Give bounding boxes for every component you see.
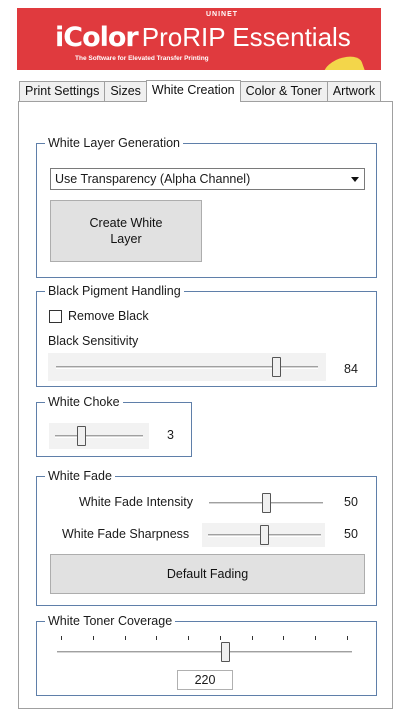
white-fade-group: White Fade White Fade Intensity 50 White… — [36, 468, 377, 606]
slider-tick — [347, 636, 348, 640]
slider-tick — [188, 636, 190, 640]
white-fade-intensity-slider[interactable] — [207, 491, 325, 515]
white-fade-sharpness-label: White Fade Sharpness — [62, 527, 190, 541]
remove-black-checkbox[interactable] — [49, 310, 62, 323]
group-legend: White Fade — [45, 468, 115, 484]
white-layer-generation-group: White Layer Generation Use Transparency … — [36, 135, 377, 278]
slider-tick — [283, 636, 285, 640]
tagline: The Software for Elevated Transfer Print… — [75, 55, 209, 62]
remove-black-label: Remove Black — [68, 309, 149, 323]
slider-thumb[interactable] — [271, 357, 281, 377]
slider-thumb[interactable] — [76, 426, 86, 446]
slider-tick — [92, 636, 94, 640]
product-name: ProRIP Essentials — [141, 22, 351, 52]
create-white-layer-button[interactable]: Create White Layer — [50, 200, 202, 262]
tab-print-settings[interactable]: Print Settings — [19, 81, 106, 101]
brand-banner: UNINET iColor ProRIP Essentials The Softw… — [17, 8, 381, 70]
chevron-down-icon — [351, 177, 359, 182]
slider-thumb[interactable] — [260, 525, 269, 545]
black-sensitivity-label: Black Sensitivity — [48, 334, 139, 348]
brand-name: iColor — [55, 22, 139, 53]
slider-thumb[interactable] — [220, 642, 230, 662]
app-logo: iColor ProRIP Essentials — [55, 22, 351, 53]
white-layer-mode-select[interactable]: Use Transparency (Alpha Channel) — [50, 168, 365, 190]
slider-tick — [315, 636, 317, 640]
white-toner-coverage-slider[interactable] — [57, 640, 352, 664]
logo-swoosh — [320, 51, 366, 70]
tab-color-toner[interactable]: Color & Toner — [239, 81, 328, 101]
group-legend: Black Pigment Handling — [45, 283, 184, 299]
selected-mode: Use Transparency (Alpha Channel) — [55, 172, 251, 186]
tab-artwork[interactable]: Artwork — [326, 81, 382, 101]
white-choke-group: White Choke 3 — [36, 394, 192, 457]
group-legend: White Layer Generation — [45, 135, 184, 151]
tab-white-creation[interactable]: White Creation — [145, 80, 241, 102]
black-sensitivity-value: 84 — [344, 362, 358, 376]
tab-sizes[interactable]: Sizes — [104, 81, 147, 101]
black-pigment-handling-group: Black Pigment Handling Remove Black Blac… — [36, 283, 377, 387]
white-creation-panel: White Layer Generation Use Transparency … — [18, 101, 393, 709]
default-fading-button[interactable]: Default Fading — [50, 554, 365, 594]
white-toner-coverage-group: White Toner Coverage 220 — [36, 613, 377, 696]
white-fade-intensity-value: 50 — [344, 495, 358, 509]
white-fade-sharpness-value: 50 — [344, 527, 358, 541]
slider-track — [55, 435, 143, 438]
white-choke-slider[interactable] — [49, 423, 149, 449]
group-legend: White Toner Coverage — [45, 613, 176, 629]
slider-tick — [124, 636, 126, 640]
white-fade-sharpness-slider[interactable] — [202, 523, 325, 547]
slider-track — [57, 651, 352, 654]
slider-tick — [156, 636, 158, 640]
white-fade-intensity-label: White Fade Intensity — [79, 495, 193, 509]
slider-tick — [61, 636, 62, 640]
settings-tabs: Print Settings Sizes White Creation Colo… — [19, 80, 382, 102]
black-sensitivity-slider[interactable] — [48, 353, 326, 381]
slider-tick — [251, 636, 253, 640]
white-toner-coverage-value[interactable]: 220 — [177, 670, 233, 690]
white-choke-value: 3 — [167, 428, 174, 442]
slider-tick — [219, 636, 221, 640]
company-name: UNINET — [206, 11, 239, 18]
slider-thumb[interactable] — [261, 493, 271, 513]
group-legend: White Choke — [45, 394, 123, 410]
